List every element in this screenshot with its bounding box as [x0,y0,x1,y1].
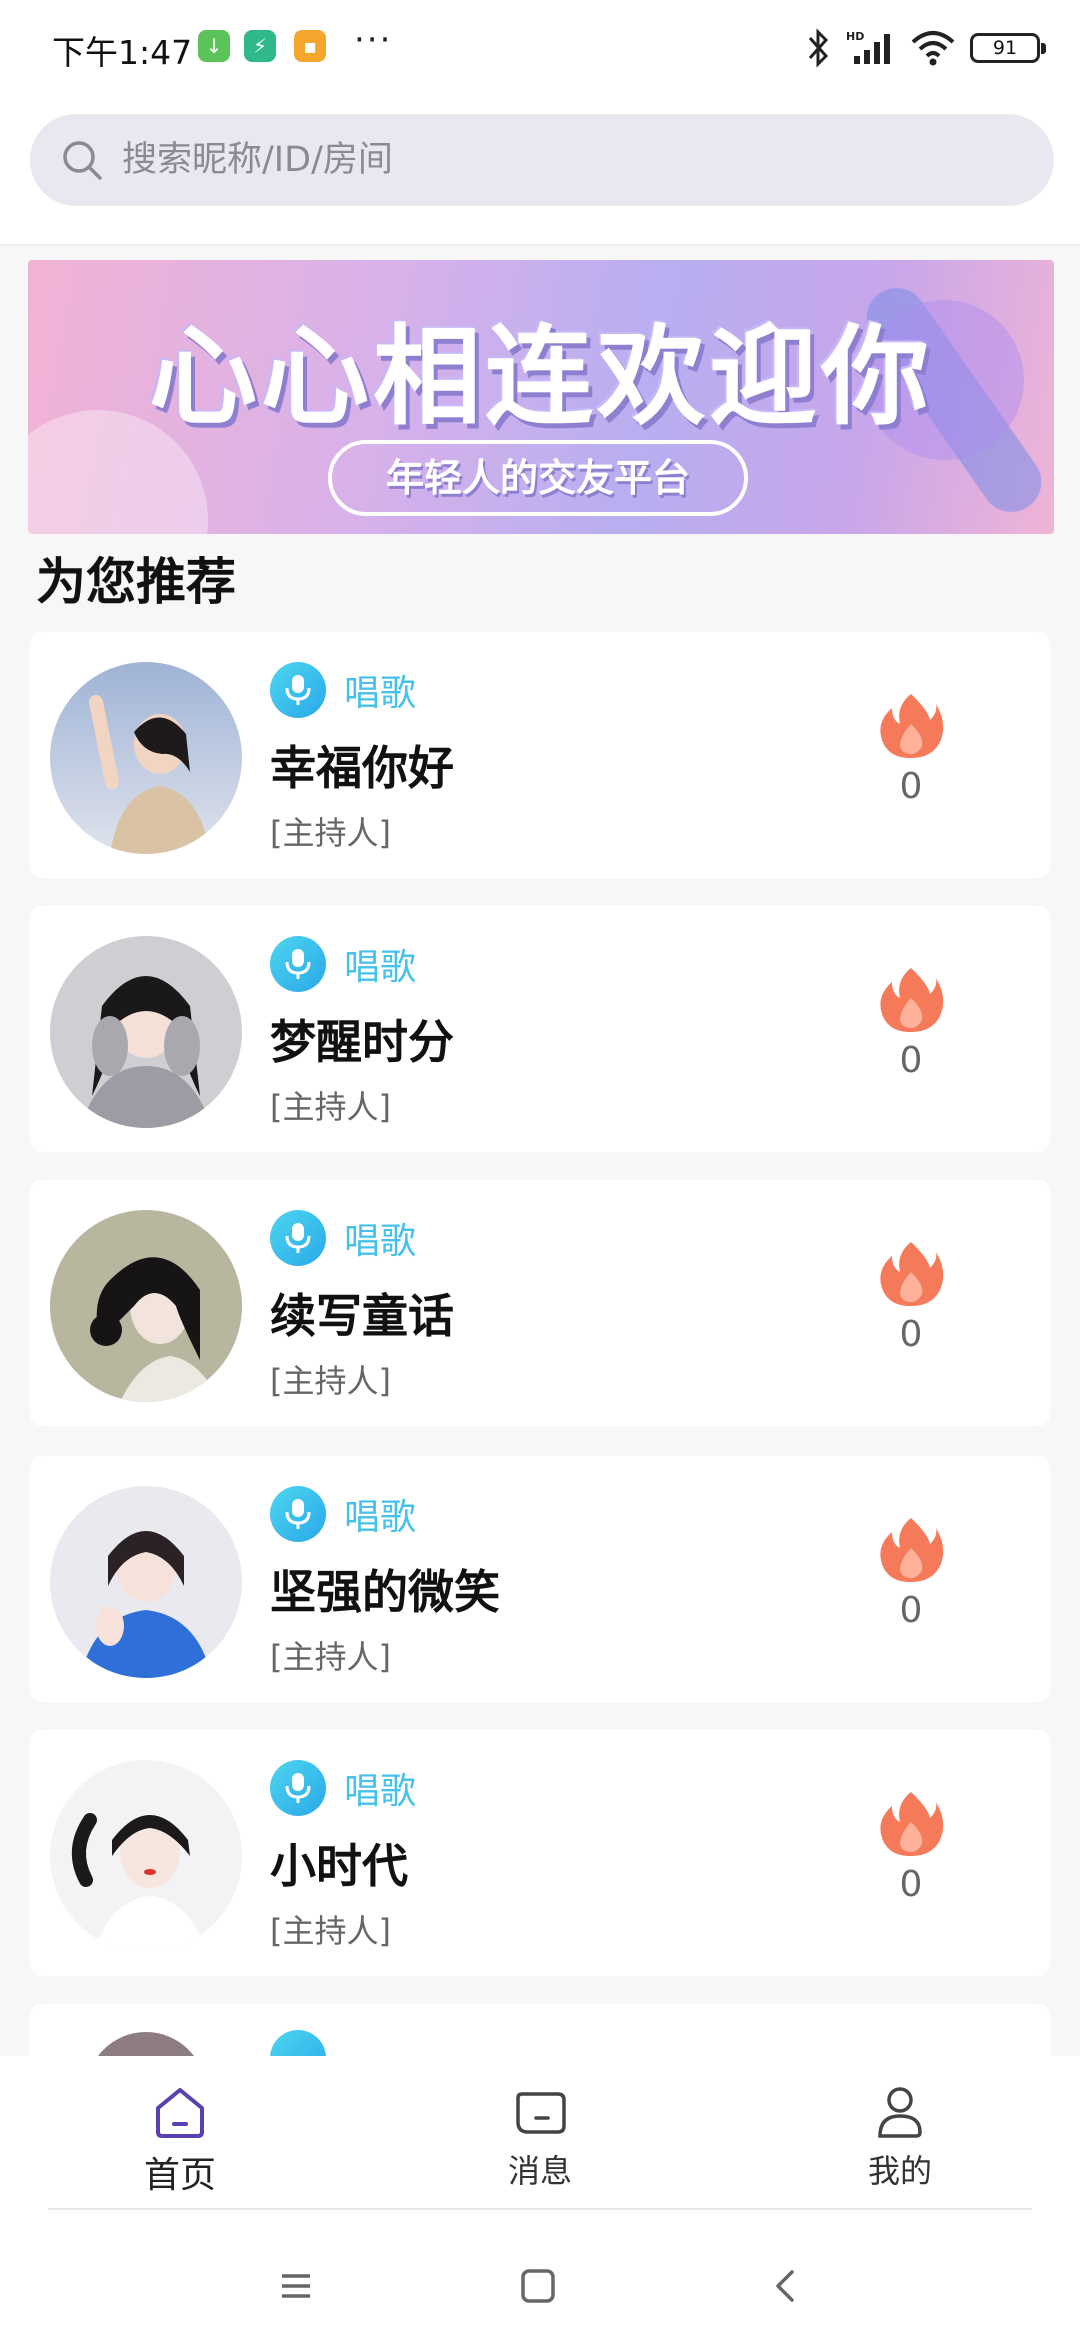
heat-count: 0 [899,1590,923,1631]
room-card[interactable]: 唱歌 续写童话 [主持人] 0 [30,1180,1050,1426]
host-role-label: [主持人] [270,1088,391,1126]
more-notifications-icon: ··· [354,20,393,60]
room-card-partial[interactable] [30,2004,1050,2056]
app-notification-icon: ⚡ [244,30,276,62]
heat-count: 0 [899,1040,923,1081]
room-name: 幸福你好 [270,741,454,795]
flame-icon [880,1242,944,1306]
room-card[interactable]: 唱歌 幸福你好 [主持人] 0 [30,632,1050,878]
profile-icon [878,2087,922,2138]
banner-title: 心心相连欢迎你 [148,315,933,440]
avatar [50,936,242,1128]
download-icon: ↓ [198,30,230,62]
microphone-icon [270,662,326,718]
system-navigation-bar [0,2210,1080,2340]
nav-messages-label: 消息 [507,2152,572,2190]
avatar [50,1760,242,1952]
room-category-label: 唱歌 [344,1771,417,1812]
status-bar: 下午1:47 ↓ ⚡ ▪ ··· HD 91 [0,0,1080,96]
status-icons: HD 91 [806,24,1046,72]
microphone-icon [270,2030,326,2056]
heat-count: 0 [899,766,923,807]
room-heat: 0 [874,1514,948,1631]
nav-mine[interactable]: 我的 [800,2084,1000,2192]
bluetooth-icon [808,28,829,68]
header [0,96,1080,246]
flame-icon [880,968,944,1032]
nav-home-label: 首页 [143,2155,216,2196]
menu-icon[interactable] [276,2266,316,2306]
svg-text:HD: HD [846,30,864,43]
room-name: 小时代 [270,1839,408,1893]
nav-messages[interactable]: 消息 [440,2084,640,2192]
status-time: 下午1:47 [52,33,193,72]
room-card[interactable]: 唱歌 小时代 [主持人] 0 [30,1730,1050,1976]
host-role-label: [主持人] [270,1912,391,1950]
heat-count: 0 [899,1314,923,1355]
promo-banner[interactable]: 心心相连欢迎你 年轻人的交友平台 [28,260,1054,534]
room-category-tag: 唱歌 [270,1760,416,1816]
room-name: 梦醒时分 [270,1015,454,1069]
flame-icon [880,1518,944,1582]
room-category-tag: 唱歌 [270,1486,416,1542]
room-name: 坚强的微笑 [270,1565,500,1619]
search-input[interactable] [122,140,1022,180]
room-category-label: 唱歌 [344,673,417,714]
home-icon [156,2088,204,2138]
room-heat: 0 [874,964,948,1081]
avatar [86,2032,206,2056]
host-role-label: [主持人] [270,1638,391,1676]
room-heat: 0 [874,1238,948,1355]
room-card[interactable]: 唱歌 梦醒时分 [主持人] 0 [30,906,1050,1152]
room-category-label: 唱歌 [344,1221,417,1262]
room-card[interactable]: 唱歌 坚强的微笑 [主持人] 0 [30,1456,1050,1702]
room-name: 续写童话 [270,1289,454,1343]
host-role-label: [主持人] [270,1362,391,1400]
room-heat: 0 [874,1788,948,1905]
message-notification-icon: ▪ [294,30,326,62]
microphone-icon [270,1210,326,1266]
banner-subtitle: 年轻人的交友平台 [328,440,748,516]
section-title: 为您推荐 [36,553,236,611]
flame-icon [880,694,944,758]
back-icon[interactable] [766,2266,806,2306]
avatar [50,1486,242,1678]
room-category-tag: 唱歌 [270,936,416,992]
room-category-tag: 唱歌 [270,1210,416,1266]
battery-icon: 91 [970,33,1046,63]
room-category-tag: 唱歌 [270,662,416,718]
room-category-label: 唱歌 [344,947,417,988]
wifi-icon [911,31,955,66]
search-icon [63,141,102,180]
bottom-navigation: 首页 消息 我的 [0,2056,1080,2210]
signal-icon: HD [846,30,890,64]
avatar [50,1210,242,1402]
room-heat: 0 [874,690,948,807]
search-bar[interactable] [30,114,1054,206]
nav-mine-label: 我的 [867,2152,932,2190]
room-category-label: 唱歌 [344,1497,417,1538]
message-icon [516,2092,566,2134]
host-role-label: [主持人] [270,814,391,852]
microphone-icon [270,1760,326,1816]
avatar [50,662,242,854]
microphone-icon [270,936,326,992]
home-button-icon[interactable] [518,2266,558,2306]
nav-home[interactable]: 首页 [80,2084,280,2198]
microphone-icon [270,1486,326,1542]
heat-count: 0 [899,1864,923,1905]
flame-icon [880,1792,944,1856]
